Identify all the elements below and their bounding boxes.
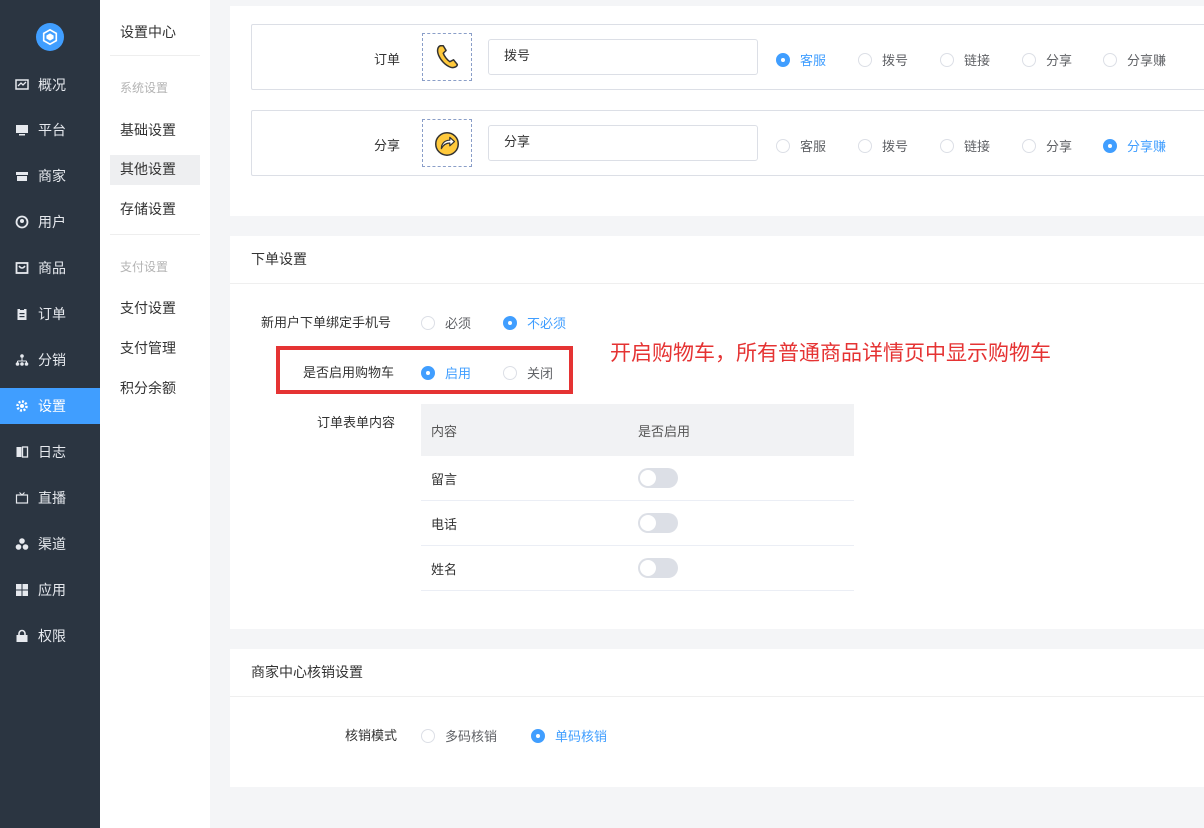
sidebar-item-label: 订单 (38, 307, 66, 323)
subnav-item-pay-settings[interactable]: 支付设置 (110, 294, 200, 324)
share-icon (435, 131, 459, 156)
subnav-item-pay-manage[interactable]: 支付管理 (110, 334, 200, 364)
store-icon (14, 168, 30, 184)
sidebar-item-overview[interactable]: 概况 (0, 67, 100, 103)
subnav-item-points[interactable]: 积分余额 (110, 374, 200, 404)
bind-phone-label: 新用户下单绑定手机号 (261, 316, 392, 331)
row-name: 姓名 (431, 562, 458, 578)
radio-share[interactable]: 分享 (1022, 50, 1072, 69)
grid-icon (14, 582, 30, 598)
radio-customer-service[interactable]: 客服 (776, 136, 826, 155)
logo-icon[interactable] (36, 23, 64, 51)
subnav-item-storage[interactable]: 存储设置 (110, 195, 200, 225)
sidebar-item-label: 渠道 (38, 537, 66, 553)
row-name: 电话 (431, 517, 458, 533)
table-row: 姓名 (421, 546, 854, 591)
header-enabled: 是否启用 (638, 424, 691, 440)
annotation-text: 开启购物车，所有普通商品详情页中显示购物车 (610, 341, 1051, 365)
sidebar-item-apps[interactable]: 应用 (0, 572, 100, 608)
divider (110, 55, 200, 56)
menu-config-card: 订单 拨号 客服 拨号 链接 分享 分享赚 分享 分享 客服 拨号 链接 分享 … (230, 6, 1204, 216)
toggle-switch[interactable] (638, 558, 678, 578)
radio-dial[interactable]: 拨号 (858, 136, 908, 155)
sidebar-item-label: 商家 (38, 169, 66, 185)
radio-share[interactable]: 分享 (1022, 136, 1072, 155)
sidebar-item-label: 用户 (38, 215, 66, 231)
sidebar-item-platform[interactable]: 平台 (0, 112, 100, 148)
sidebar-item-settings[interactable]: 设置 (0, 388, 100, 424)
icon-upload[interactable] (422, 119, 472, 167)
sidebar-item-merchant[interactable]: 商家 (0, 158, 100, 194)
sidebar-item-goods[interactable]: 商品 (0, 250, 100, 286)
lock-icon (14, 628, 30, 644)
subnav-item-basic[interactable]: 基础设置 (110, 116, 200, 146)
row-name: 留言 (431, 472, 458, 488)
network-icon (14, 352, 30, 368)
toggle-switch[interactable] (638, 468, 678, 488)
section-title: 商家中心核销设置 (230, 649, 1204, 697)
table-row: 电话 (421, 501, 854, 546)
verify-settings-card: 商家中心核销设置 (230, 649, 1204, 787)
clipboard-icon (14, 306, 30, 322)
header-content: 内容 (431, 424, 458, 440)
sidebar-item-label: 分销 (38, 353, 66, 369)
gear-icon (14, 398, 30, 414)
radio-required[interactable]: 必须 (421, 313, 471, 332)
toggle-switch[interactable] (638, 513, 678, 533)
menu-row-order: 订单 拨号 客服 拨号 链接 分享 分享赚 (251, 24, 1204, 90)
name-input[interactable]: 拨号 (488, 39, 758, 75)
radio-share-earn[interactable]: 分享赚 (1103, 136, 1166, 155)
sidebar-item-label: 平台 (38, 123, 66, 139)
radio-single-code[interactable]: 单码核销 (531, 726, 607, 745)
subnav-group-payment: 支付设置 (120, 260, 169, 274)
cluster-icon (14, 536, 30, 552)
radio-link[interactable]: 链接 (940, 50, 990, 69)
book-icon (14, 444, 30, 460)
section-title: 下单设置 (230, 236, 1204, 284)
radio-share-earn[interactable]: 分享赚 (1103, 50, 1166, 69)
sidebar-item-live[interactable]: 直播 (0, 480, 100, 516)
sidebar-item-label: 设置 (38, 399, 66, 415)
subnav-item-other[interactable]: 其他设置 (110, 155, 200, 185)
radio-dial[interactable]: 拨号 (858, 50, 908, 69)
goods-icon (14, 260, 30, 276)
table-row: 留言 (421, 456, 854, 501)
monitor-icon (14, 122, 30, 138)
verify-mode-label: 核销模式 (345, 729, 398, 744)
order-form-label: 订单表单内容 (317, 416, 396, 431)
radio-not-required[interactable]: 不必须 (503, 313, 566, 332)
sidebar-item-order[interactable]: 订单 (0, 296, 100, 332)
radio-multi-code[interactable]: 多码核销 (421, 726, 497, 745)
tv-icon (14, 490, 30, 506)
radio-link[interactable]: 链接 (940, 136, 990, 155)
phone-icon (436, 45, 459, 69)
name-input[interactable]: 分享 (488, 125, 758, 161)
sidebar-item-channel[interactable]: 渠道 (0, 526, 100, 562)
subnav-group-system: 系统设置 (120, 81, 169, 95)
divider (110, 234, 200, 235)
row-label: 分享 (373, 139, 400, 154)
sidebar-item-label: 日志 (38, 445, 66, 461)
settings-subnav: 设置中心 系统设置 基础设置 其他设置 存储设置 支付设置 支付设置 支付管理 … (100, 0, 210, 828)
radio-customer-service[interactable]: 客服 (776, 50, 826, 69)
sidebar-item-label: 直播 (38, 491, 66, 507)
dashboard-icon (14, 77, 30, 93)
sidebar-item-label: 应用 (38, 583, 66, 599)
sidebar-item-label: 概况 (38, 78, 66, 94)
subnav-title: 设置中心 (120, 25, 176, 41)
order-form-table: 内容 是否启用 留言 电话 姓名 (421, 404, 854, 591)
highlight-box (276, 346, 573, 394)
sidebar-item-distribution[interactable]: 分销 (0, 342, 100, 378)
row-label: 订单 (373, 53, 400, 68)
sidebar-item-label: 权限 (38, 629, 66, 645)
sidebar-item-log[interactable]: 日志 (0, 434, 100, 470)
icon-upload[interactable] (422, 33, 472, 81)
menu-row-share: 分享 分享 客服 拨号 链接 分享 分享赚 (251, 110, 1204, 176)
table-header: 内容 是否启用 (421, 404, 854, 456)
main-sidebar: 概况 平台 商家 用户 商品 订单 分销 设置 日志 直播 渠道 应用 权限 (0, 0, 100, 828)
sidebar-item-permission[interactable]: 权限 (0, 618, 100, 654)
sidebar-item-label: 商品 (38, 261, 66, 277)
sidebar-item-user[interactable]: 用户 (0, 204, 100, 240)
user-icon (14, 214, 30, 230)
